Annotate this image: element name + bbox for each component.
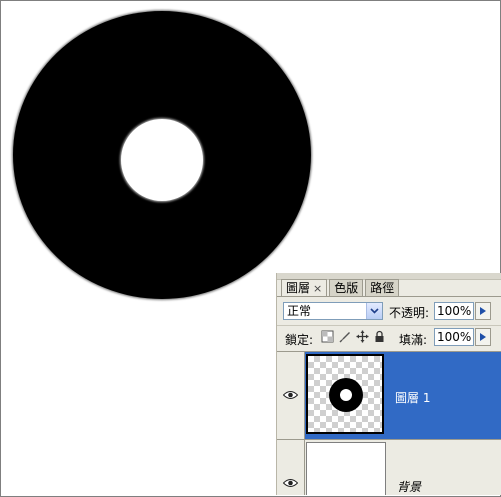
eye-icon xyxy=(283,391,298,399)
panel-tabs: 圖層 × 色版 路徑 xyxy=(281,279,401,297)
lock-image-icon[interactable] xyxy=(339,330,352,343)
close-icon[interactable]: × xyxy=(313,280,322,297)
tab-paths[interactable]: 路徑 xyxy=(365,279,400,296)
layer-row-layer-1[interactable]: 圖層 1 xyxy=(277,351,501,439)
triangle-right-icon xyxy=(480,307,486,315)
opacity-input[interactable]: 100% xyxy=(434,302,474,320)
blend-opacity-row: 正常 不透明: 100% xyxy=(283,302,497,322)
options-divider xyxy=(277,325,501,326)
visibility-toggle[interactable] xyxy=(277,440,305,495)
blend-mode-value: 正常 xyxy=(287,304,312,318)
fill-label: 填滿: xyxy=(399,333,428,347)
thumbnail-donut-hole xyxy=(340,389,352,401)
fill-value: 100% xyxy=(437,330,472,344)
layer-name: 背景 xyxy=(397,480,422,494)
opacity-slider-button[interactable] xyxy=(475,302,491,320)
lock-transparent-icon[interactable] xyxy=(321,330,334,343)
tab-layers[interactable]: 圖層 × xyxy=(281,279,328,297)
tab-divider xyxy=(277,296,501,297)
layers-panel: 圖層 × 色版 路徑 正常 不透明: 100% 鎖定: 填滿: 100% 圖層 … xyxy=(276,273,501,495)
lock-label: 鎖定: xyxy=(285,333,314,347)
opacity-value: 100% xyxy=(437,304,472,318)
layer-name: 圖層 1 xyxy=(395,391,431,405)
tab-paths-label: 路徑 xyxy=(370,280,395,295)
lock-fill-row: 鎖定: 填滿: 100% xyxy=(283,328,497,348)
fill-input[interactable]: 100% xyxy=(434,328,474,346)
triangle-right-icon xyxy=(480,333,486,341)
blend-mode-select[interactable]: 正常 xyxy=(283,302,383,320)
chevron-down-icon[interactable] xyxy=(366,303,382,319)
eye-icon xyxy=(283,479,298,487)
donut-hole xyxy=(121,119,203,201)
tab-layers-label: 圖層 xyxy=(286,281,311,295)
layer-thumbnail xyxy=(306,354,384,434)
tab-channels-label: 色版 xyxy=(334,280,359,295)
layer-row-background[interactable]: 背景 xyxy=(277,439,501,495)
donut-shape xyxy=(13,11,311,299)
tab-channels[interactable]: 色版 xyxy=(329,279,364,296)
lock-position-icon[interactable] xyxy=(356,330,369,343)
lock-all-icon[interactable] xyxy=(373,330,386,343)
fill-slider-button[interactable] xyxy=(475,328,491,346)
opacity-label: 不透明: xyxy=(389,306,430,320)
thumbnail-donut xyxy=(329,378,363,412)
layer-thumbnail xyxy=(306,442,386,495)
visibility-toggle[interactable] xyxy=(277,352,305,439)
